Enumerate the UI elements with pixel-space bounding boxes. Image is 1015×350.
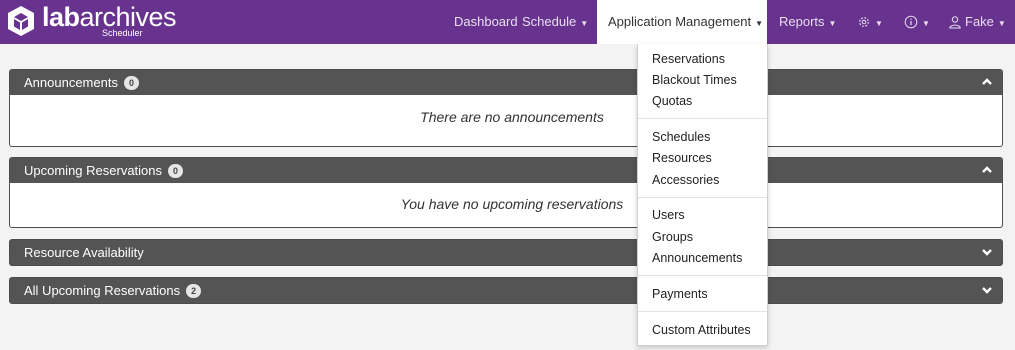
announcements-panel: Announcements 0 There are no announcement… bbox=[9, 69, 1003, 147]
menu-item-resources[interactable]: Resources bbox=[652, 150, 712, 166]
resource-availability-panel: Resource Availability bbox=[9, 239, 1003, 266]
brand-subtitle: Scheduler bbox=[102, 28, 143, 38]
info-icon bbox=[904, 15, 918, 29]
upcoming-reservations-header[interactable]: Upcoming Reservations 0 bbox=[10, 158, 1002, 183]
menu-item-accessories[interactable]: Accessories bbox=[652, 172, 719, 188]
caret-down-icon: ▼ bbox=[755, 19, 764, 28]
chevron-up-icon[interactable] bbox=[980, 163, 994, 177]
upcoming-reservations-panel: Upcoming Reservations 0 You have no upcom… bbox=[9, 157, 1003, 228]
chevron-down-icon[interactable] bbox=[980, 245, 994, 259]
caret-down-icon: ▼ bbox=[828, 19, 837, 28]
top-navbar: labarchives Scheduler Dashboard Schedule… bbox=[0, 0, 1015, 44]
announcements-empty-text: There are no announcements bbox=[420, 109, 604, 125]
nav-settings[interactable]: ▼ bbox=[857, 0, 883, 44]
caret-down-icon: ▼ bbox=[997, 19, 1006, 28]
count-badge: 0 bbox=[123, 76, 139, 90]
menu-item-groups[interactable]: Groups bbox=[652, 229, 693, 245]
nav-application-management[interactable]: Application Management ▼ bbox=[597, 0, 767, 44]
panel-title: Upcoming Reservations bbox=[24, 163, 163, 178]
menu-item-custom-attributes[interactable]: Custom Attributes bbox=[652, 322, 751, 338]
menu-item-quotas[interactable]: Quotas bbox=[652, 93, 692, 109]
user-name: Fake bbox=[965, 14, 994, 29]
menu-divider bbox=[638, 311, 767, 312]
count-badge: 2 bbox=[186, 284, 202, 298]
caret-down-icon: ▼ bbox=[580, 19, 589, 28]
resource-availability-header[interactable]: Resource Availability bbox=[10, 240, 1002, 265]
menu-item-blackout-times[interactable]: Blackout Times bbox=[652, 72, 737, 88]
menu-divider bbox=[638, 275, 767, 276]
menu-item-schedules[interactable]: Schedules bbox=[652, 129, 710, 145]
menu-divider bbox=[638, 118, 767, 119]
chevron-down-icon[interactable] bbox=[980, 283, 994, 297]
menu-item-announcements[interactable]: Announcements bbox=[652, 250, 742, 266]
announcements-header[interactable]: Announcements 0 bbox=[10, 70, 1002, 95]
caret-down-icon: ▼ bbox=[875, 19, 883, 28]
menu-divider bbox=[638, 197, 767, 198]
chevron-up-icon[interactable] bbox=[980, 75, 994, 89]
menu-item-users[interactable]: Users bbox=[652, 207, 685, 223]
user-icon bbox=[949, 16, 961, 29]
panel-title: Resource Availability bbox=[24, 245, 144, 260]
upcoming-empty-text: You have no upcoming reservations bbox=[400, 196, 624, 212]
menu-item-payments[interactable]: Payments bbox=[652, 286, 708, 302]
menu-item-reservations[interactable]: Reservations bbox=[652, 51, 725, 67]
panel-title: All Upcoming Reservations bbox=[24, 283, 181, 298]
caret-down-icon: ▼ bbox=[922, 19, 930, 28]
panel-title: Announcements bbox=[24, 75, 118, 90]
cube-logo-icon bbox=[8, 6, 34, 36]
gear-icon bbox=[859, 17, 869, 27]
nav-dashboard[interactable]: Dashboard bbox=[454, 0, 518, 44]
nav-schedule[interactable]: Schedule ▼ bbox=[522, 0, 588, 44]
nav-reports[interactable]: Reports ▼ bbox=[779, 0, 836, 44]
nav-help[interactable]: ▼ bbox=[904, 0, 930, 44]
all-upcoming-reservations-header[interactable]: All Upcoming Reservations 2 bbox=[10, 278, 1002, 303]
brand-logo[interactable]: labarchives Scheduler bbox=[6, 2, 177, 40]
count-badge: 0 bbox=[168, 164, 184, 178]
all-upcoming-reservations-panel: All Upcoming Reservations 2 bbox=[9, 277, 1003, 304]
nav-user-menu[interactable]: Fake ▼ bbox=[948, 0, 1006, 44]
application-management-menu: Reservations Blackout Times Quotas Sched… bbox=[637, 44, 768, 346]
